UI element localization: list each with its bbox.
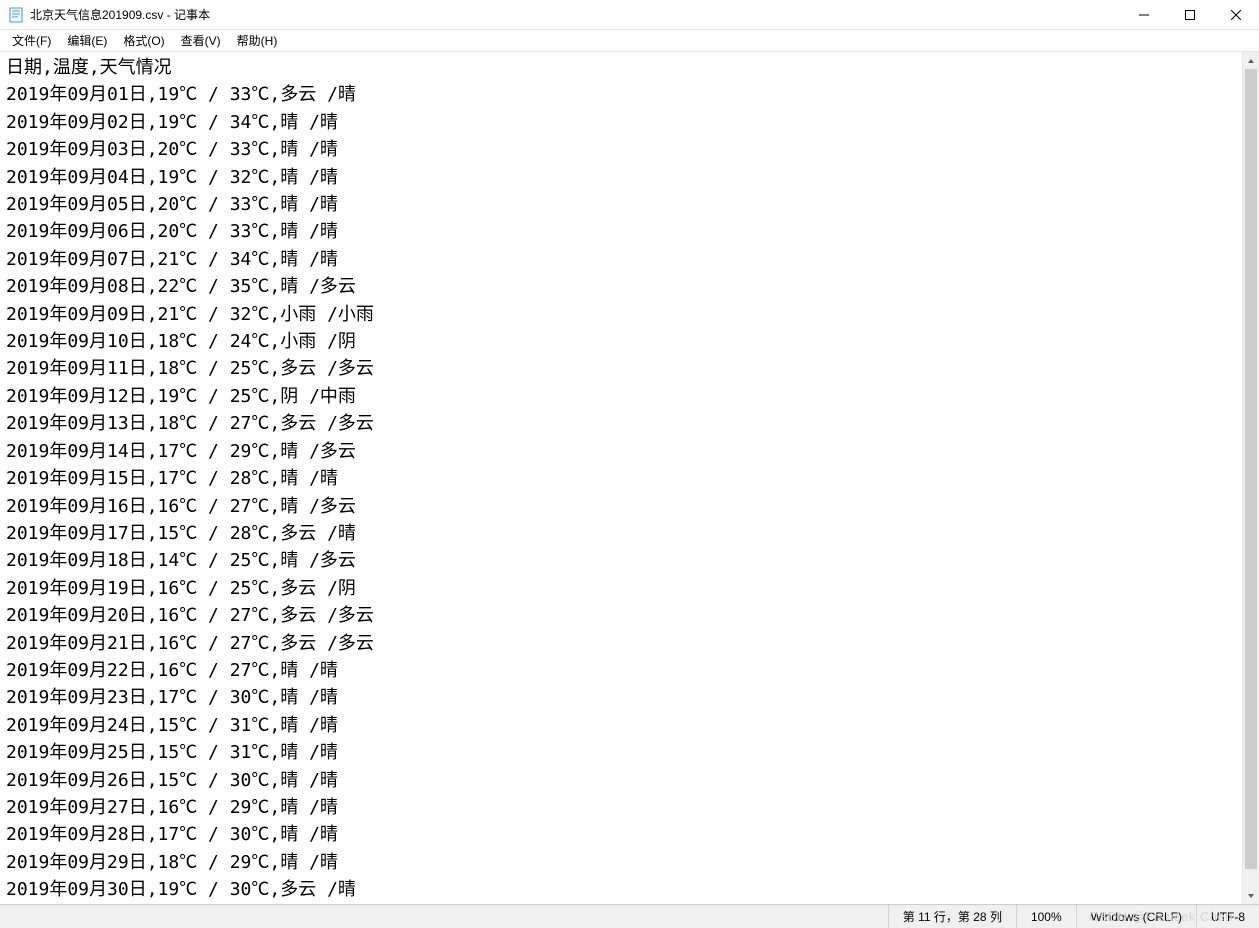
scroll-up-arrow-icon[interactable] xyxy=(1243,52,1259,69)
menubar: 文件(F) 编辑(E) 格式(O) 查看(V) 帮助(H) xyxy=(0,30,1259,52)
menu-edit[interactable]: 编辑(E) xyxy=(59,30,115,51)
menu-file[interactable]: 文件(F) xyxy=(4,30,59,51)
statusbar: 第 11 行，第 28 列 100% Windows (CRLF) UTF-8 xyxy=(0,904,1259,928)
window-title: 北京天气信息201909.csv - 记事本 xyxy=(30,6,1121,23)
scroll-thumb[interactable] xyxy=(1245,69,1257,869)
vertical-scrollbar[interactable] xyxy=(1242,52,1259,904)
text-editor[interactable]: 日期,温度,天气情况 2019年09月01日,19℃ / 33℃,多云 /晴 2… xyxy=(0,52,1242,904)
maximize-button[interactable] xyxy=(1167,0,1213,29)
titlebar: 北京天气信息201909.csv - 记事本 xyxy=(0,0,1259,30)
status-line-ending: Windows (CRLF) xyxy=(1076,905,1196,928)
notepad-icon xyxy=(8,7,24,23)
content-area: 日期,温度,天气情况 2019年09月01日,19℃ / 33℃,多云 /晴 2… xyxy=(0,52,1259,904)
menu-format[interactable]: 格式(O) xyxy=(115,30,172,51)
menu-help[interactable]: 帮助(H) xyxy=(229,30,286,51)
close-button[interactable] xyxy=(1213,0,1259,29)
status-encoding: UTF-8 xyxy=(1196,905,1259,928)
status-zoom: 100% xyxy=(1016,905,1076,928)
minimize-button[interactable] xyxy=(1121,0,1167,29)
menu-view[interactable]: 查看(V) xyxy=(173,30,229,51)
status-cursor-position: 第 11 行，第 28 列 xyxy=(888,905,1016,928)
window-controls xyxy=(1121,0,1259,29)
scroll-down-arrow-icon[interactable] xyxy=(1243,887,1259,904)
